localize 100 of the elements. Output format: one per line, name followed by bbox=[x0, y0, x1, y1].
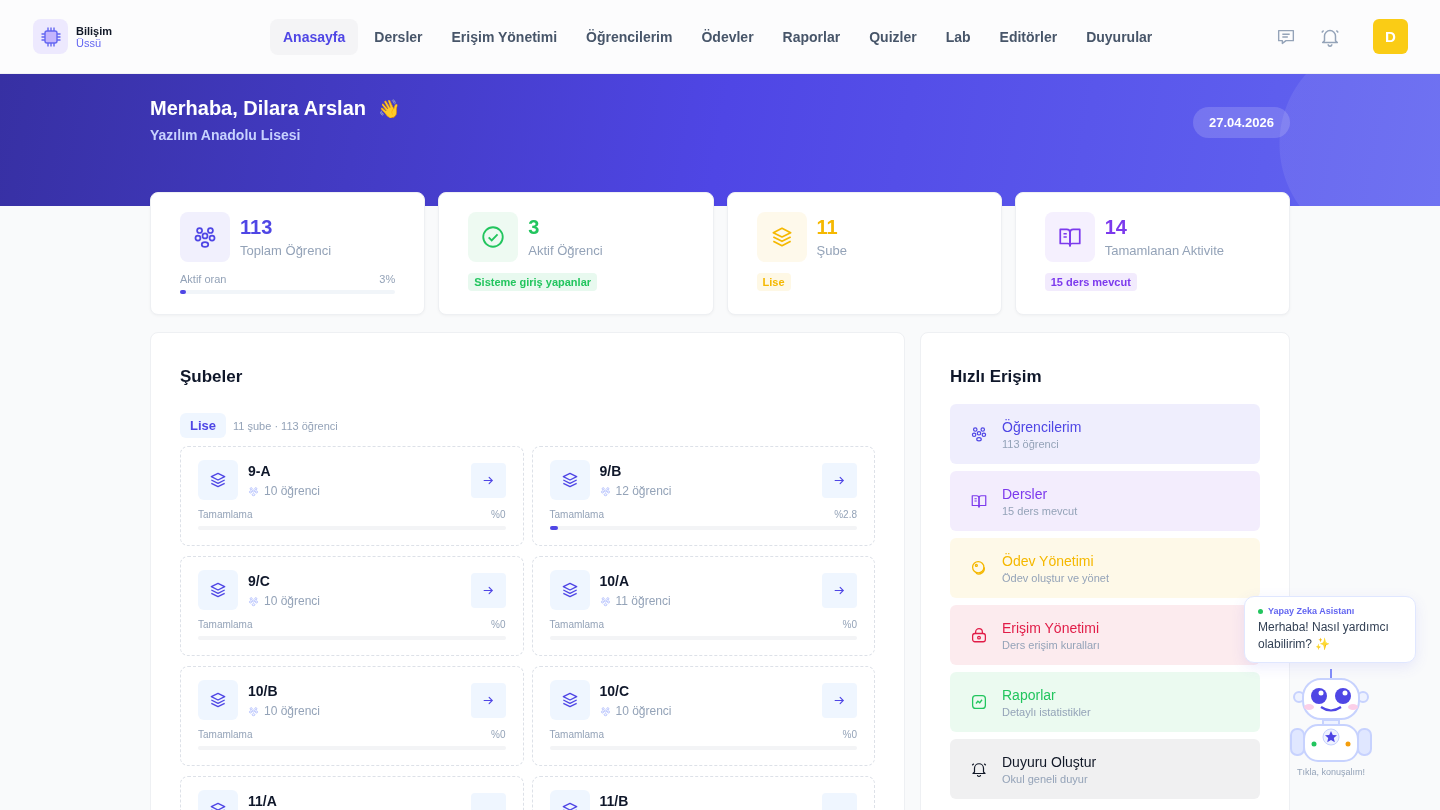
branch-card[interactable]: 11/B bbox=[531, 776, 875, 810]
stat-tag: Sisteme giriş yapanlar bbox=[468, 273, 598, 291]
link-title: Öğrencilerim bbox=[1002, 418, 1082, 435]
branch-name: 11/B bbox=[599, 793, 630, 809]
link-subtitle: Ders erişim kuralları bbox=[1002, 638, 1100, 651]
branch-name: 10/C bbox=[599, 683, 631, 699]
progress-value: %0 bbox=[491, 619, 506, 630]
open-button[interactable] bbox=[822, 683, 857, 718]
stat-label: Şube bbox=[816, 243, 847, 258]
stat-value: 11 bbox=[816, 216, 839, 239]
link-subtitle: Okul geneli duyur bbox=[1002, 772, 1089, 785]
branch-card[interactable]: 9/C 10 öğrenci Tamamlama %0 bbox=[180, 556, 524, 656]
greeting-title: Merhaba, Dilara Arslan bbox=[150, 97, 366, 120]
progress-label: Tamamlama bbox=[198, 619, 253, 630]
coin-icon bbox=[970, 559, 988, 577]
branch-card[interactable]: 10/B 10 öğrenci Tamamlama %0 bbox=[180, 666, 524, 766]
nav-tab[interactable]: Ödevler bbox=[688, 18, 767, 55]
nav-tab[interactable]: Duyurular bbox=[1073, 18, 1166, 55]
stat-tag: 15 ders mevcut bbox=[1044, 273, 1137, 291]
nav-tab[interactable]: Lab bbox=[932, 18, 984, 55]
branch-name: 9-A bbox=[248, 463, 272, 479]
progress-label: Tamamlama bbox=[549, 729, 604, 740]
people-icon bbox=[599, 595, 611, 607]
nav-tab[interactable]: Öğrencilerim bbox=[573, 18, 686, 55]
branch-summary: 11 şube · 113 öğrenci bbox=[233, 419, 338, 432]
progress-value: %2.8 bbox=[834, 509, 857, 520]
student-count: 10 öğrenci bbox=[264, 704, 321, 718]
nav-tab[interactable]: Editörler bbox=[986, 18, 1071, 55]
student-count: 10 öğrenci bbox=[615, 704, 672, 718]
quick-link[interactable]: Dersler 15 ders mevcut bbox=[950, 471, 1260, 531]
bell-icon bbox=[970, 760, 988, 778]
stat-label: Tamamlanan Aktivite bbox=[1104, 243, 1224, 258]
progress-value: %0 bbox=[842, 619, 857, 630]
progress-value: %0 bbox=[491, 729, 506, 740]
stat-value: 3 bbox=[528, 216, 541, 239]
check-circle-icon bbox=[480, 224, 507, 250]
nav-tab[interactable]: Erişim Yönetimi bbox=[438, 18, 571, 55]
lock-icon bbox=[970, 626, 988, 644]
stat-value: 14 bbox=[1104, 216, 1128, 239]
open-button[interactable] bbox=[822, 463, 857, 498]
branch-name: 9/C bbox=[248, 573, 271, 589]
robot-drawing[interactable] bbox=[1290, 667, 1372, 765]
wave-emoji: 👋 bbox=[378, 97, 400, 120]
chart-icon bbox=[970, 693, 988, 711]
branch-card[interactable]: 10/C 10 öğrenci Tamamlama %0 bbox=[531, 666, 875, 766]
nav-tab[interactable]: Quizler bbox=[856, 18, 930, 55]
nav-tab[interactable]: Raporlar bbox=[769, 18, 854, 55]
layers-icon bbox=[208, 470, 228, 490]
open-button[interactable] bbox=[470, 683, 506, 718]
book-icon bbox=[970, 492, 988, 510]
link-title: Ödev Yönetimi bbox=[1002, 552, 1095, 569]
people-icon bbox=[970, 425, 988, 443]
branch-card[interactable]: 10/A 11 öğrenci Tamamlama %0 bbox=[531, 556, 875, 656]
nav-tab[interactable]: Dersler bbox=[361, 18, 436, 55]
link-title: Erişim Yönetimi bbox=[1002, 619, 1100, 636]
stat-label: Aktif Öğrenci bbox=[528, 243, 603, 258]
link-subtitle: Detaylı istatistikler bbox=[1002, 705, 1091, 718]
progress-label: Tamamlama bbox=[549, 619, 604, 630]
nav-tab[interactable]: Anasayfa bbox=[270, 18, 359, 55]
branch-card[interactable]: 11/A bbox=[180, 776, 524, 810]
stat-value: 113 bbox=[240, 216, 274, 239]
progress-label: Tamamlama bbox=[198, 509, 253, 520]
branch-name: 10/B bbox=[248, 683, 279, 699]
progress-value: %0 bbox=[842, 729, 857, 740]
school-name: Yazılım Anadolu Lisesi bbox=[150, 127, 302, 143]
branch-card[interactable]: 9/B 12 öğrenci Tamamlama %2.8 bbox=[531, 446, 875, 546]
panel-title: Hızlı Erişim bbox=[950, 367, 1043, 387]
link-title: Duyuru Oluştur bbox=[1002, 753, 1097, 770]
logo-title: Bilişim bbox=[76, 24, 113, 37]
quick-link[interactable]: Öğrencilerim 113 öğrenci bbox=[950, 404, 1260, 464]
branch-name: 9/B bbox=[599, 463, 623, 479]
open-button[interactable] bbox=[470, 463, 506, 498]
stat-tag: Lise bbox=[756, 273, 791, 291]
quick-link[interactable]: Duyuru Oluştur Okul geneli duyur bbox=[950, 739, 1260, 799]
branch-card[interactable]: 9-A 10 öğrenci Tamamlama %0 bbox=[180, 446, 524, 546]
logo-subtitle: Üssü bbox=[76, 36, 102, 49]
link-title: Dersler bbox=[1002, 485, 1049, 502]
panel-title: Şubeler bbox=[180, 367, 244, 387]
people-icon bbox=[599, 705, 611, 717]
layers-icon bbox=[208, 580, 228, 600]
open-button[interactable] bbox=[822, 573, 857, 608]
progress-value: 3% bbox=[379, 273, 396, 285]
student-count: 11 öğrenci bbox=[615, 594, 671, 608]
student-count: 12 öğrenci bbox=[615, 484, 672, 498]
link-title: Raporlar bbox=[1002, 686, 1057, 703]
link-subtitle: 15 ders mevcut bbox=[1002, 504, 1078, 517]
link-subtitle: 113 öğrenci bbox=[1002, 437, 1060, 450]
progress-label: Aktif oran bbox=[180, 273, 227, 285]
date-badge: 27.04.2026 bbox=[1192, 107, 1290, 138]
open-button[interactable] bbox=[470, 573, 506, 608]
logo-badge[interactable] bbox=[33, 19, 68, 54]
progress-label: Tamamlama bbox=[198, 729, 253, 740]
stat-label: Toplam Öğrenci bbox=[240, 243, 332, 258]
student-count: 10 öğrenci bbox=[264, 484, 321, 498]
progress-value: %0 bbox=[491, 509, 506, 520]
people-icon bbox=[248, 485, 259, 497]
student-count: 10 öğrenci bbox=[264, 594, 321, 608]
people-icon bbox=[599, 485, 611, 497]
robot-caption: Tıkla, konuşalım! bbox=[1297, 767, 1365, 777]
branch-name: 10/A bbox=[599, 573, 631, 589]
